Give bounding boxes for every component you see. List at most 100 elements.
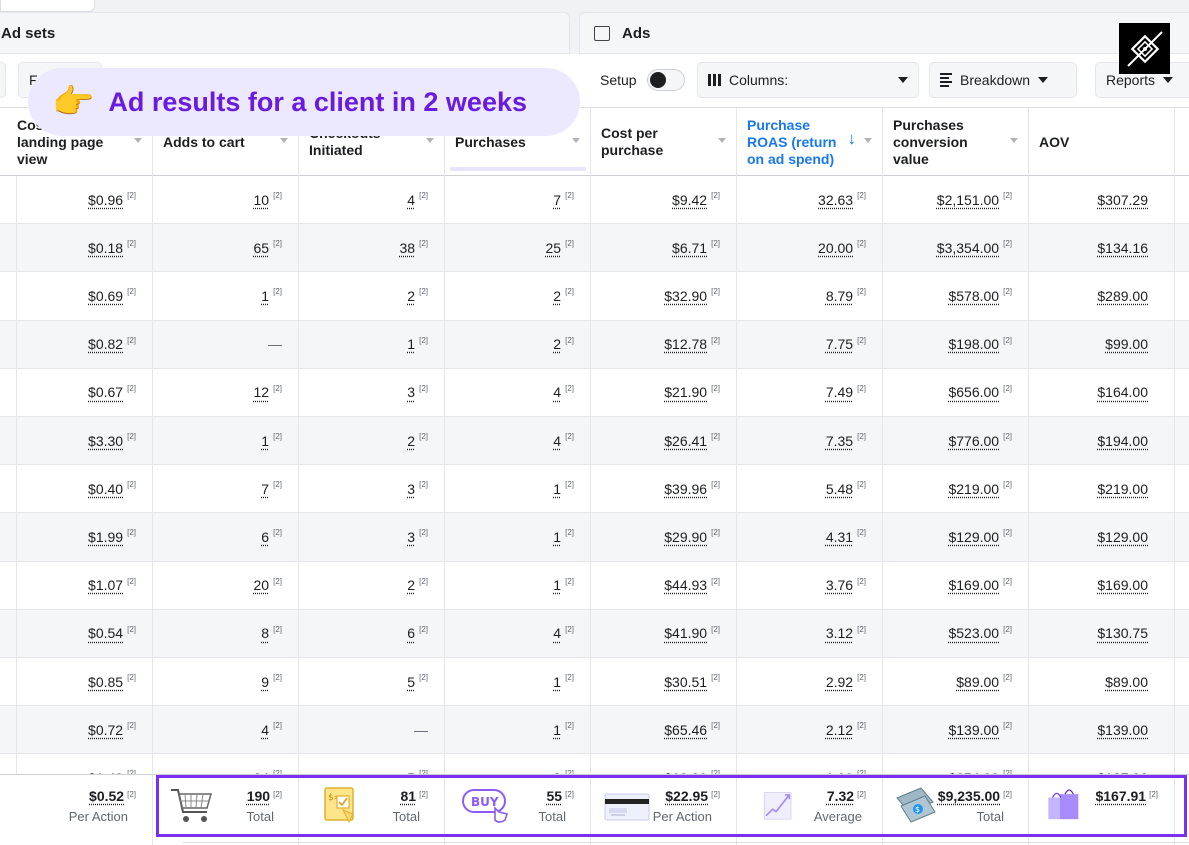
cell-value[interactable]: 65 <box>254 240 270 256</box>
table-row[interactable]: $3.30 [2] 1 [2] 2 [2] 4 [2] $26.41 [2] 7.35 [2] $776… <box>0 417 1189 465</box>
cell-value[interactable]: $219.00 <box>948 481 999 497</box>
table-row[interactable]: $1.07 [2] 20 [2] 2 [2] 1 [2] $44.93 [2] 3.76 [2] $16… <box>0 562 1189 610</box>
cell-value[interactable]: 8.79 <box>826 288 853 304</box>
cell-value[interactable]: $130.75 <box>1097 625 1148 641</box>
cell-value[interactable]: 4 <box>407 192 415 208</box>
cell-value[interactable]: $169.00 <box>1097 577 1148 593</box>
cell-value[interactable]: 6 <box>261 529 269 545</box>
cell-value[interactable]: 2 <box>407 433 415 449</box>
cell-value[interactable]: 7.49 <box>826 384 853 400</box>
cell-value[interactable]: $21.90 <box>664 384 707 400</box>
cell-value[interactable]: 3.76 <box>826 577 853 593</box>
cell-value[interactable]: $6.71 <box>672 240 707 256</box>
cell-value[interactable]: $0.82 <box>88 336 123 352</box>
cell-value[interactable]: $169.00 <box>948 577 999 593</box>
campaign-tab-stub[interactable] <box>0 0 95 12</box>
cell-value[interactable]: 6 <box>407 625 415 641</box>
cell-value[interactable]: $129.00 <box>948 529 999 545</box>
cell-value[interactable]: 7.35 <box>826 433 853 449</box>
cell-value[interactable]: $99.00 <box>1105 336 1148 352</box>
cell-value[interactable]: 20 <box>254 577 270 593</box>
toolbar-left-button[interactable] <box>0 62 6 98</box>
cell-value[interactable]: 1 <box>553 529 561 545</box>
cell-value[interactable]: $0.85 <box>88 674 123 690</box>
cell-value[interactable]: $30.51 <box>664 674 707 690</box>
cell-value[interactable]: $12.78 <box>664 336 707 352</box>
cell-value[interactable]: 2 <box>407 288 415 304</box>
cell-value[interactable]: 12 <box>254 384 270 400</box>
columns-dropdown[interactable]: Columns: <box>697 62 919 98</box>
cell-value[interactable]: $89.00 <box>956 674 999 690</box>
cell-value[interactable]: 10 <box>254 192 270 208</box>
table-row[interactable]: $1.99 [2] 6 [2] 3 [2] 1 [2] $29.90 [2] 4.31 [2] $129… <box>0 513 1189 561</box>
cell-value[interactable]: 20.00 <box>818 240 853 256</box>
cell-value[interactable]: $1.99 <box>88 529 123 545</box>
cell-value[interactable]: 38 <box>400 240 416 256</box>
cell-value[interactable]: 2 <box>553 336 561 352</box>
cell-value[interactable]: $129.00 <box>1097 529 1148 545</box>
cell-value[interactable]: 7 <box>261 481 269 497</box>
cell-value[interactable]: $139.00 <box>948 722 999 738</box>
cell-value[interactable]: 1 <box>261 433 269 449</box>
cell-value[interactable]: $289.00 <box>1097 288 1148 304</box>
cell-value[interactable]: 2.12 <box>826 722 853 738</box>
cell-value[interactable]: 7.75 <box>826 336 853 352</box>
tab-ads[interactable]: Ads <box>579 12 1189 54</box>
cell-value[interactable]: $578.00 <box>948 288 999 304</box>
cell-value[interactable]: 3 <box>407 529 415 545</box>
cell-value[interactable]: $65.46 <box>664 722 707 738</box>
cell-value[interactable]: 7 <box>553 192 561 208</box>
cell-value[interactable]: $39.96 <box>664 481 707 497</box>
cell-value[interactable]: $26.41 <box>664 433 707 449</box>
cell-value[interactable]: 1 <box>553 481 561 497</box>
cell-value[interactable]: $139.00 <box>1097 722 1148 738</box>
cell-value[interactable]: $164.00 <box>1097 384 1148 400</box>
cell-value[interactable]: $523.00 <box>948 625 999 641</box>
table-row[interactable]: $0.96 [2] 10 [2] 4 [2] 7 [2] $9.42 [2] 32.63 [2] $2,… <box>0 176 1189 224</box>
col-header-aov[interactable]: AOV <box>1029 108 1175 176</box>
cell-value[interactable]: $1.07 <box>88 577 123 593</box>
cell-value[interactable]: $307.29 <box>1097 192 1148 208</box>
cell-value[interactable]: $41.90 <box>664 625 707 641</box>
cell-value[interactable]: $2,151.00 <box>937 192 999 208</box>
cell-value[interactable]: $219.00 <box>1097 481 1148 497</box>
cell-value[interactable]: 4.31 <box>826 529 853 545</box>
cell-value[interactable]: 1 <box>553 722 561 738</box>
col-header-roas[interactable]: Purchase ROAS (return on ad spend) ↓ <box>737 108 883 176</box>
cell-value[interactable]: $9.42 <box>672 192 707 208</box>
table-row[interactable]: $0.82 [2] —1 [2] 2 [2] $12.78 [2] 7.75 [2] $198.00… <box>0 321 1189 369</box>
tab-ad-sets[interactable]: Ad sets <box>0 12 570 54</box>
cell-value[interactable]: $656.00 <box>948 384 999 400</box>
table-row[interactable]: $0.54 [2] 8 [2] 6 [2] 4 [2] $41.90 [2] 3.12 [2] $523… <box>0 610 1189 658</box>
cell-value[interactable]: 2 <box>553 288 561 304</box>
cell-value[interactable]: $0.40 <box>88 481 123 497</box>
cell-value[interactable]: 4 <box>553 433 561 449</box>
cell-value[interactable]: $32.90 <box>664 288 707 304</box>
table-row[interactable]: $0.72 [2] 4 [2] —1 [2] $65.46 [2] 2.12 [2] $139.00… <box>0 706 1189 754</box>
cell-value[interactable]: 32.63 <box>818 192 853 208</box>
cell-value[interactable]: 9 <box>261 674 269 690</box>
table-row[interactable]: $0.85 [2] 9 [2] 5 [2] 1 [2] $30.51 [2] 2.92 [2] $89.… <box>0 658 1189 706</box>
cell-value[interactable]: $776.00 <box>948 433 999 449</box>
cell-value[interactable]: $44.93 <box>664 577 707 593</box>
cell-value[interactable]: 1 <box>407 336 415 352</box>
cell-value[interactable]: 4 <box>261 722 269 738</box>
cell-value[interactable]: 5.48 <box>826 481 853 497</box>
cell-value[interactable]: 1 <box>553 674 561 690</box>
cell-value[interactable]: 1 <box>261 288 269 304</box>
table-row[interactable]: $0.40 [2] 7 [2] 3 [2] 1 [2] $39.96 [2] 5.48 [2] $219… <box>0 465 1189 513</box>
cell-value[interactable]: $0.72 <box>88 722 123 738</box>
cell-value[interactable]: 4 <box>553 384 561 400</box>
setup-toggle[interactable] <box>647 69 685 91</box>
table-row[interactable]: $0.67 [2] 12 [2] 3 [2] 4 [2] $21.90 [2] 7.49 [2] $65… <box>0 369 1189 417</box>
table-row[interactable]: $0.18 [2] 65 [2] 38 [2] 25 [2] $6.71 [2] 20.00 [2] $… <box>0 224 1189 272</box>
cell-value[interactable]: 5 <box>407 674 415 690</box>
cell-value[interactable]: $0.18 <box>88 240 123 256</box>
cell-value[interactable]: 2 <box>407 577 415 593</box>
cell-value[interactable]: $89.00 <box>1105 674 1148 690</box>
cell-value[interactable]: $134.16 <box>1097 240 1148 256</box>
cell-value[interactable]: $0.69 <box>88 288 123 304</box>
cell-value[interactable]: $0.54 <box>88 625 123 641</box>
cell-value[interactable]: $198.00 <box>948 336 999 352</box>
cell-value[interactable]: 8 <box>261 625 269 641</box>
